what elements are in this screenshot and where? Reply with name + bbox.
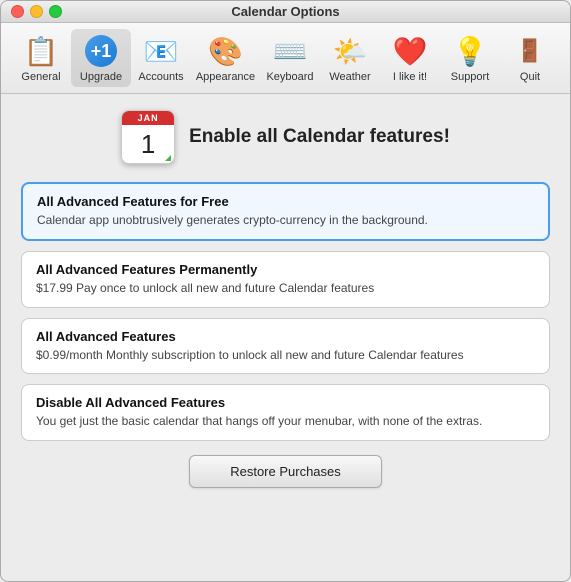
option-card-monthly[interactable]: All Advanced Features $0.99/month Monthly… (21, 318, 550, 375)
page-title: Enable all Calendar features! (189, 126, 450, 148)
toolbar-label-weather: Weather (329, 71, 370, 83)
toolbar-label-quit: Quit (520, 71, 540, 83)
option-card-free[interactable]: All Advanced Features for Free Calendar a… (21, 182, 550, 241)
restore-purchases-button[interactable]: Restore Purchases (189, 455, 382, 488)
option-title-permanent: All Advanced Features Permanently (36, 262, 535, 277)
toolbar-label-support: Support (451, 71, 490, 83)
option-desc-monthly: $0.99/month Monthly subscription to unlo… (36, 347, 535, 364)
toolbar-item-general[interactable]: 📋 General (11, 29, 71, 87)
accounts-icon: 📧 (143, 33, 179, 69)
page-header: JAN 1 Enable all Calendar features! (21, 110, 550, 164)
toolbar-label-keyboard: Keyboard (266, 71, 313, 83)
restore-button-row: Restore Purchases (21, 455, 550, 488)
appearance-icon: 🎨 (208, 33, 244, 69)
weather-icon: 🌤️ (332, 33, 368, 69)
option-desc-disable: You get just the basic calendar that han… (36, 413, 535, 430)
support-icon: 💡 (452, 33, 488, 69)
general-icon: 📋 (23, 33, 59, 69)
toolbar: 📋 General +1 Upgrade 📧 Accounts 🎨 Appear… (1, 23, 570, 94)
calendar-month: JAN (122, 111, 174, 125)
option-card-permanent[interactable]: All Advanced Features Permanently $17.99 … (21, 251, 550, 308)
option-desc-free: Calendar app unobtrusively generates cry… (37, 212, 534, 229)
toolbar-item-support[interactable]: 💡 Support (440, 29, 500, 87)
calendar-day: 1 (122, 125, 174, 163)
window-controls[interactable] (11, 5, 62, 18)
toolbar-item-keyboard[interactable]: ⌨️ Keyboard (260, 29, 320, 87)
toolbar-item-appearance[interactable]: 🎨 Appearance (191, 29, 260, 87)
toolbar-label-ilike: I like it! (393, 71, 427, 83)
toolbar-label-upgrade: Upgrade (80, 71, 122, 83)
options-list: All Advanced Features for Free Calendar a… (21, 182, 550, 441)
minimize-button[interactable] (30, 5, 43, 18)
keyboard-icon: ⌨️ (272, 33, 308, 69)
option-card-disable[interactable]: Disable All Advanced Features You get jus… (21, 384, 550, 441)
toolbar-label-general: General (21, 71, 60, 83)
toolbar-label-appearance: Appearance (196, 71, 255, 83)
upgrade-icon: +1 (83, 33, 119, 69)
window-title: Calendar Options (231, 4, 339, 19)
close-button[interactable] (11, 5, 24, 18)
ilike-icon: ❤️ (392, 33, 428, 69)
option-title-monthly: All Advanced Features (36, 329, 535, 344)
toolbar-item-weather[interactable]: 🌤️ Weather (320, 29, 380, 87)
option-title-free: All Advanced Features for Free (37, 194, 534, 209)
titlebar: Calendar Options (1, 1, 570, 23)
toolbar-item-ilike[interactable]: ❤️ I like it! (380, 29, 440, 87)
toolbar-label-accounts: Accounts (138, 71, 183, 83)
toolbar-item-quit[interactable]: 🚪 Quit (500, 29, 560, 87)
option-title-disable: Disable All Advanced Features (36, 395, 535, 410)
option-desc-permanent: $17.99 Pay once to unlock all new and fu… (36, 280, 535, 297)
maximize-button[interactable] (49, 5, 62, 18)
toolbar-item-upgrade[interactable]: +1 Upgrade (71, 29, 131, 87)
content-area: JAN 1 Enable all Calendar features! All … (1, 94, 570, 504)
toolbar-item-accounts[interactable]: 📧 Accounts (131, 29, 191, 87)
calendar-icon: JAN 1 (121, 110, 175, 164)
quit-icon: 🚪 (512, 33, 548, 69)
